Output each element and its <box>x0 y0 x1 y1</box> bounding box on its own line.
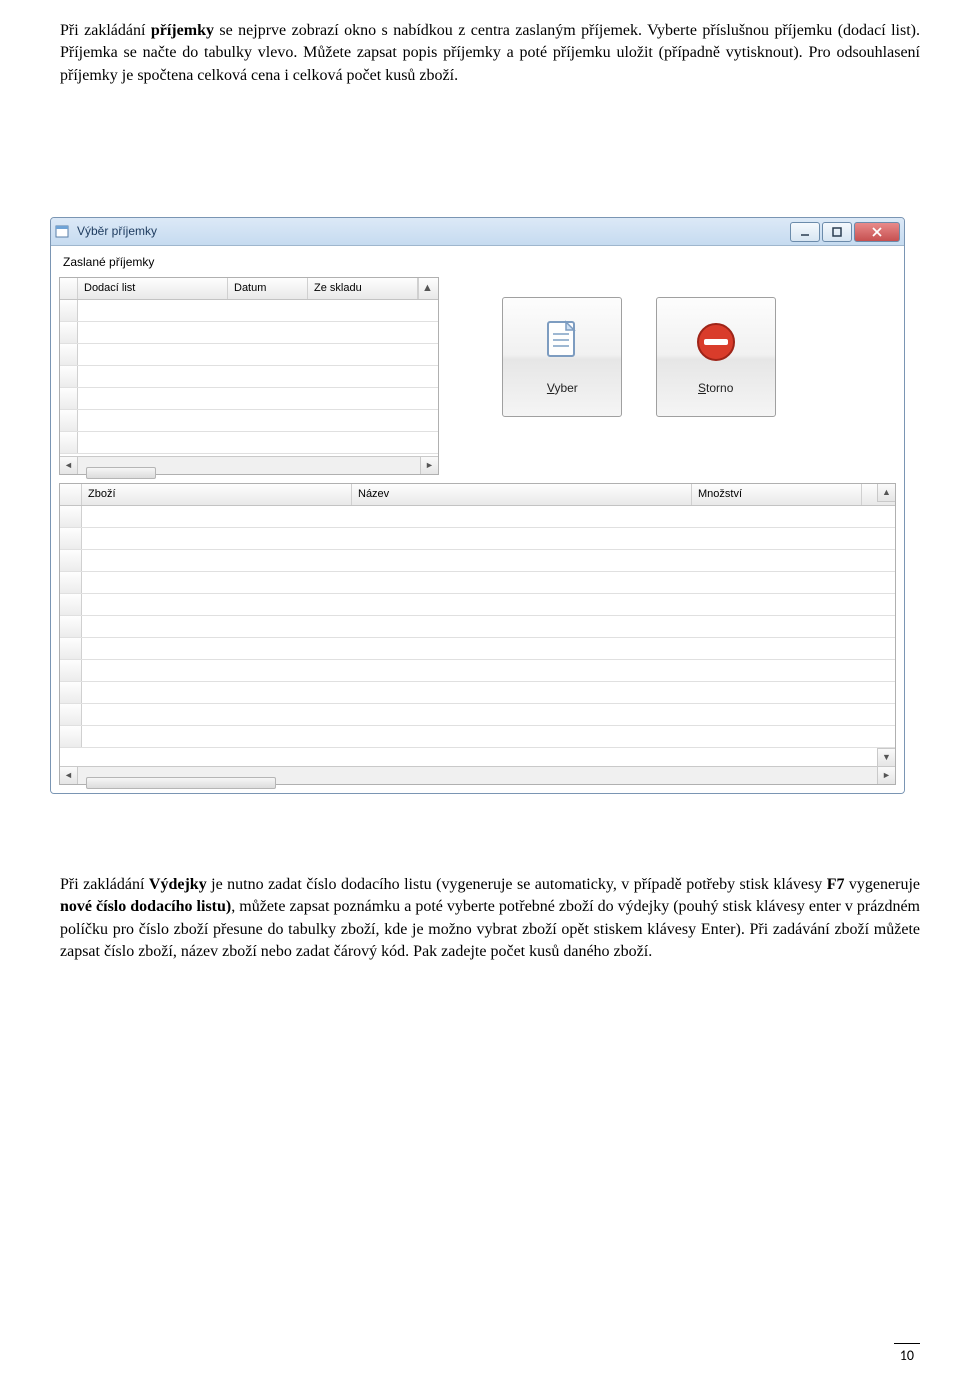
grid-receipts[interactable]: Dodací list Datum Ze skladu ▲ ◄ <box>59 277 439 475</box>
col-header[interactable]: Název <box>352 484 692 505</box>
grid-goods[interactable]: Zboží Název Množství ▲ ▼ ◄ <box>59 483 896 785</box>
col-header[interactable]: Datum <box>228 278 308 299</box>
table-row[interactable] <box>60 300 438 322</box>
text: Při zakládání <box>60 876 149 893</box>
col-header[interactable]: Množství <box>692 484 862 505</box>
table-row[interactable] <box>60 726 895 748</box>
horizontal-scrollbar[interactable]: ◄ ► <box>60 456 438 474</box>
table-row[interactable] <box>60 660 895 682</box>
text: Při zakládání <box>60 22 151 39</box>
select-button[interactable]: Vyber <box>502 297 622 417</box>
table-row[interactable] <box>60 594 895 616</box>
stop-icon <box>692 318 740 366</box>
table-row[interactable] <box>60 638 895 660</box>
scroll-right-icon[interactable]: ► <box>877 767 895 784</box>
minimize-button[interactable] <box>790 222 820 242</box>
table-row[interactable] <box>60 388 438 410</box>
grid-header: Zboží Název Množství <box>60 484 895 506</box>
maximize-button[interactable] <box>822 222 852 242</box>
cancel-button[interactable]: Storno <box>656 297 776 417</box>
page-number: 10 <box>894 1343 920 1368</box>
text-bold: F7 <box>827 876 845 893</box>
scroll-up-icon[interactable]: ▲ <box>418 278 436 299</box>
table-row[interactable] <box>60 410 438 432</box>
scroll-left-icon[interactable]: ◄ <box>60 767 78 784</box>
text-bold: příjemky <box>151 22 214 39</box>
scroll-right-icon[interactable]: ► <box>420 457 438 474</box>
table-row[interactable] <box>60 528 895 550</box>
intro-paragraph-2: Při zakládání Výdejky je nutno zadat čís… <box>60 874 920 964</box>
text-bold: Výdejky <box>149 876 207 893</box>
table-row[interactable] <box>60 506 895 528</box>
titlebar[interactable]: Výběr příjemky <box>51 218 904 246</box>
horizontal-scrollbar[interactable]: ◄ ► <box>60 766 895 784</box>
table-row[interactable] <box>60 432 438 454</box>
button-label: Storno <box>698 380 733 397</box>
app-icon <box>55 224 71 240</box>
scroll-thumb[interactable] <box>86 777 276 789</box>
table-row[interactable] <box>60 344 438 366</box>
document-icon <box>538 318 586 366</box>
client-area: Zaslané příjemky Dodací list Datum Ze sk… <box>51 246 904 793</box>
text-bold: nové číslo dodacího listu) <box>60 898 231 915</box>
col-header[interactable]: Ze skladu <box>308 278 418 299</box>
intro-paragraph-1: Při zakládání příjemky se nejprve zobraz… <box>60 20 920 87</box>
col-header[interactable]: Zboží <box>82 484 352 505</box>
row-selector-header[interactable] <box>60 484 82 505</box>
button-column: Vyber Storno <box>502 277 805 417</box>
grid-body[interactable] <box>60 506 895 766</box>
table-row[interactable] <box>60 616 895 638</box>
close-button[interactable] <box>854 222 900 242</box>
table-row[interactable] <box>60 704 895 726</box>
window-title: Výběr příjemky <box>77 223 788 240</box>
label-sent-receipts: Zaslané příjemky <box>63 254 896 271</box>
button-label: Vyber <box>547 380 578 397</box>
col-header[interactable]: Dodací list <box>78 278 228 299</box>
scroll-up-icon[interactable]: ▲ <box>877 484 895 502</box>
table-row[interactable] <box>60 322 438 344</box>
grid-header: Dodací list Datum Ze skladu ▲ <box>60 278 438 300</box>
text: vygeneruje <box>844 876 920 893</box>
table-row[interactable] <box>60 366 438 388</box>
scroll-left-icon[interactable]: ◄ <box>60 457 78 474</box>
scroll-thumb[interactable] <box>86 467 156 479</box>
window-buttons <box>788 222 900 242</box>
grid-body[interactable] <box>60 300 438 456</box>
scroll-down-icon[interactable]: ▼ <box>877 748 895 766</box>
text: je nutno zadat číslo dodacího listu (vyg… <box>207 876 827 893</box>
dialog-window: Výběr příjemky Zaslané příjemky Dodací l… <box>50 217 905 794</box>
table-row[interactable] <box>60 682 895 704</box>
table-row[interactable] <box>60 572 895 594</box>
table-row[interactable] <box>60 550 895 572</box>
row-selector-header[interactable] <box>60 278 78 299</box>
